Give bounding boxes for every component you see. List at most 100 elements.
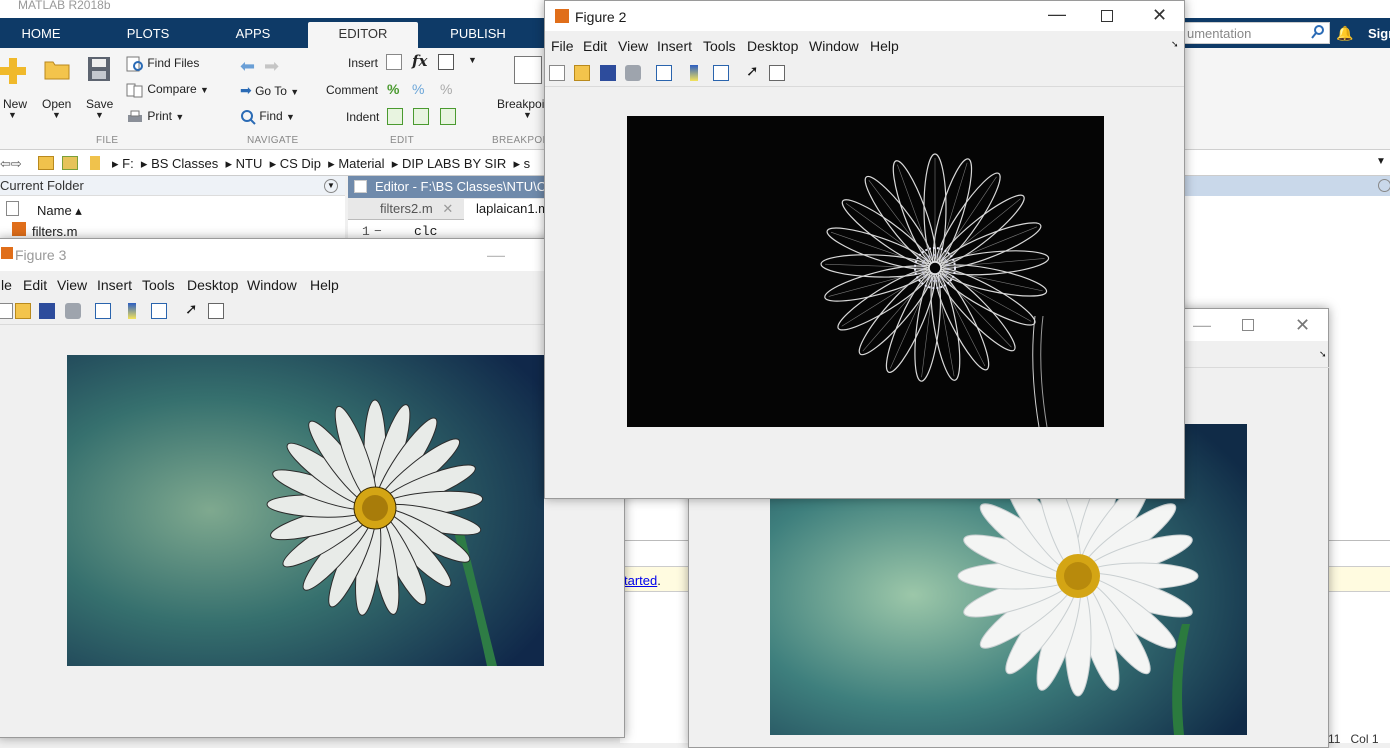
back-arrow-icon[interactable]: ⬅ bbox=[240, 56, 255, 77]
insert-function-icon[interactable] bbox=[438, 54, 454, 70]
print-button[interactable]: Print ▼ bbox=[126, 109, 184, 125]
editor-tab-laplaican1[interactable]: laplaican1.m bbox=[464, 199, 554, 220]
close-icon[interactable]: ✕ bbox=[1295, 315, 1310, 336]
increase-indent-icon[interactable] bbox=[413, 108, 429, 125]
indent-label[interactable]: Indent bbox=[346, 110, 379, 124]
back-arrow-icon[interactable]: ⇦⇨ bbox=[0, 156, 22, 172]
menu-tools[interactable]: Tools bbox=[703, 38, 736, 54]
figure-2-window[interactable]: Figure 2 — ✕ File Edit View Insert Tools… bbox=[544, 0, 1185, 499]
print-icon[interactable] bbox=[65, 303, 81, 319]
colorbar-icon[interactable] bbox=[128, 303, 136, 319]
close-icon[interactable]: ✕ bbox=[1152, 5, 1167, 26]
breadcrumb-sub[interactable]: s bbox=[524, 156, 531, 171]
comment-label[interactable]: Comment bbox=[326, 83, 378, 97]
find-files-button[interactable]: Find Files bbox=[126, 56, 199, 72]
menu-file[interactable]: le bbox=[1, 277, 12, 293]
address-dropdown-icon[interactable]: ▼ bbox=[1376, 156, 1386, 167]
menu-edit[interactable]: Edit bbox=[23, 277, 47, 293]
close-tab-icon[interactable]: ✕ bbox=[442, 201, 453, 216]
save-disk-icon[interactable] bbox=[39, 303, 55, 319]
breadcrumb-bs-classes[interactable]: BS Classes bbox=[151, 156, 218, 171]
new-button[interactable] bbox=[0, 56, 26, 86]
tab-plots[interactable]: PLOTS bbox=[100, 22, 196, 48]
go-to-button[interactable]: ➡ Go To ▼ bbox=[240, 82, 299, 99]
tab-home[interactable]: HOME bbox=[0, 22, 82, 48]
insert-label[interactable]: Insert bbox=[348, 56, 378, 70]
link-print-icon[interactable] bbox=[95, 303, 111, 319]
fx-icon[interactable]: fx bbox=[412, 52, 427, 70]
property-editor-icon[interactable] bbox=[208, 303, 224, 319]
menu-edit[interactable]: Edit bbox=[583, 38, 607, 54]
pointer-icon[interactable]: ➚ bbox=[746, 64, 762, 81]
minimize-icon[interactable]: — bbox=[1193, 315, 1211, 336]
search-icon[interactable] bbox=[1311, 25, 1325, 39]
breadcrumb-material[interactable]: Material bbox=[338, 156, 384, 171]
colorbar-icon[interactable] bbox=[690, 65, 698, 81]
figure-3-window[interactable]: Figure 3 — le Edit View Insert Tools Des… bbox=[0, 238, 625, 738]
chevron-down-icon[interactable]: ▼ bbox=[523, 110, 532, 120]
comment-percent-icon[interactable]: % bbox=[387, 81, 399, 97]
dock-arrow-icon[interactable]: ➘ bbox=[1171, 39, 1179, 50]
menu-desktop[interactable]: Desktop bbox=[187, 277, 238, 293]
name-column-header[interactable]: Name ▴ bbox=[37, 203, 82, 219]
uncomment-icon[interactable]: % bbox=[412, 81, 424, 97]
chevron-down-icon[interactable]: ▼ bbox=[95, 110, 104, 120]
open-button[interactable] bbox=[44, 58, 70, 80]
chevron-down-icon[interactable]: ▼ bbox=[468, 55, 477, 65]
up-folder-icon[interactable] bbox=[38, 156, 54, 170]
save-disk-icon[interactable] bbox=[600, 65, 616, 81]
tab-apps[interactable]: APPS bbox=[208, 22, 298, 48]
pointer-icon[interactable]: ➚ bbox=[185, 302, 201, 319]
print-icon[interactable] bbox=[625, 65, 641, 81]
menu-help[interactable]: Help bbox=[310, 277, 339, 293]
browse-folder-icon[interactable] bbox=[62, 156, 78, 170]
wrap-comment-icon[interactable]: % bbox=[440, 81, 452, 97]
breadcrumb-ntu[interactable]: NTU bbox=[236, 156, 263, 171]
breakpoints-icon[interactable] bbox=[514, 56, 542, 84]
menu-window[interactable]: Window bbox=[809, 38, 859, 54]
insert-section-icon[interactable] bbox=[386, 54, 402, 70]
tab-publish[interactable]: PUBLISH bbox=[425, 22, 531, 48]
new-file-icon[interactable] bbox=[549, 65, 565, 81]
menu-view[interactable]: View bbox=[57, 277, 87, 293]
breadcrumb-drive[interactable]: F: bbox=[122, 156, 134, 171]
decrease-indent-icon[interactable] bbox=[440, 108, 456, 125]
panel-actions-icon[interactable]: ▼ bbox=[324, 179, 338, 193]
maximize-icon[interactable] bbox=[1101, 10, 1113, 22]
save-button[interactable] bbox=[87, 56, 111, 82]
menu-view[interactable]: View bbox=[618, 38, 648, 54]
editor-tab-filters2[interactable]: filters2.m ✕ bbox=[362, 199, 462, 219]
file-item[interactable]: filters.m bbox=[32, 224, 78, 239]
legend-icon[interactable] bbox=[713, 65, 729, 81]
menu-window[interactable]: Window bbox=[247, 277, 297, 293]
property-editor-icon[interactable] bbox=[769, 65, 785, 81]
find-button[interactable]: Find ▼ bbox=[240, 109, 295, 125]
editor-code-area[interactable]: 1 − clc bbox=[348, 220, 548, 239]
panel-actions-icon[interactable] bbox=[1378, 179, 1390, 192]
legend-icon[interactable] bbox=[151, 303, 167, 319]
menu-tools[interactable]: Tools bbox=[142, 277, 175, 293]
smart-indent-icon[interactable] bbox=[387, 108, 403, 125]
breadcrumb-cs-dip[interactable]: CS Dip bbox=[280, 156, 321, 171]
forward-arrow-icon[interactable]: ➡ bbox=[264, 56, 279, 77]
maximize-icon[interactable] bbox=[1242, 319, 1254, 331]
minimize-icon[interactable]: — bbox=[1048, 4, 1066, 25]
open-folder-icon[interactable] bbox=[574, 65, 590, 81]
tab-editor[interactable]: EDITOR bbox=[308, 22, 418, 48]
minimize-icon[interactable]: — bbox=[487, 245, 505, 266]
sign-in-link[interactable]: Sigr bbox=[1368, 26, 1390, 41]
menu-insert[interactable]: Insert bbox=[657, 38, 692, 54]
menu-desktop[interactable]: Desktop bbox=[747, 38, 798, 54]
menu-file[interactable]: File bbox=[551, 38, 574, 54]
breadcrumb-dip-labs[interactable]: DIP LABS BY SIR bbox=[402, 156, 506, 171]
link-print-icon[interactable] bbox=[656, 65, 672, 81]
new-file-icon[interactable] bbox=[0, 303, 13, 319]
open-folder-icon[interactable] bbox=[15, 303, 31, 319]
getting-started-link[interactable]: tarted bbox=[624, 573, 657, 588]
breakpoints-label[interactable]: Breakpoi bbox=[497, 97, 544, 111]
menu-insert[interactable]: Insert bbox=[97, 277, 132, 293]
compare-button[interactable]: Compare ▼ bbox=[126, 82, 209, 98]
chevron-down-icon[interactable]: ▼ bbox=[8, 110, 17, 120]
menu-help[interactable]: Help bbox=[870, 38, 899, 54]
notification-bell-icon[interactable]: 🔔 bbox=[1336, 25, 1353, 42]
